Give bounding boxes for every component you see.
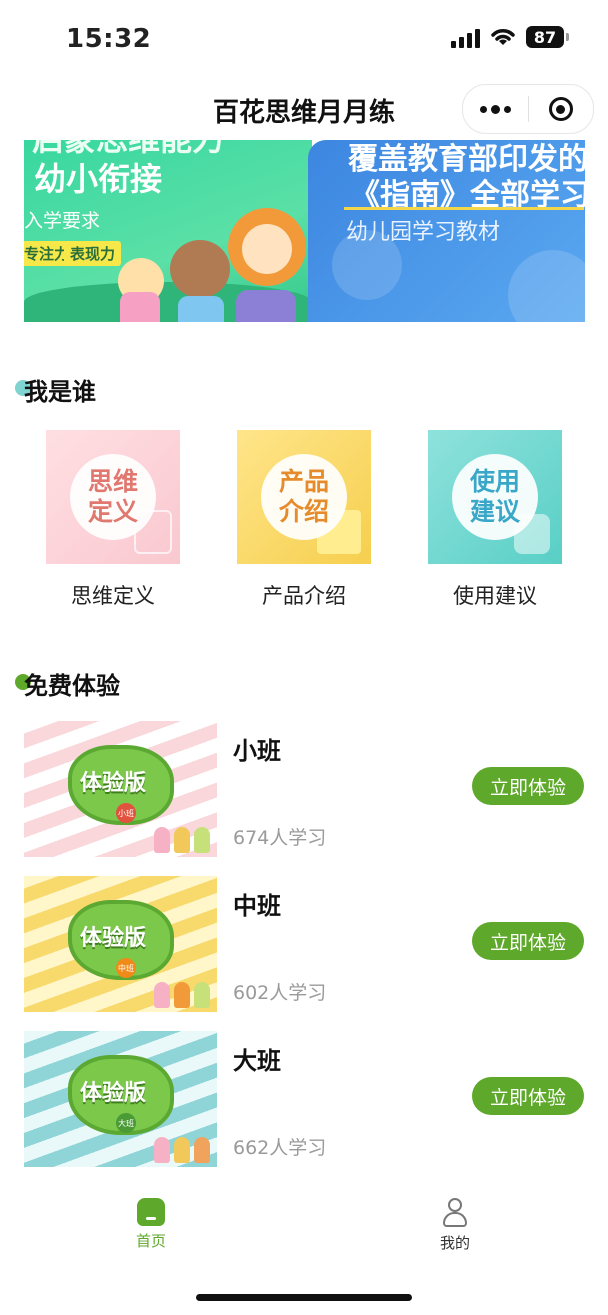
target-icon <box>548 97 573 121</box>
section-title-who: 我是谁 <box>24 378 96 406</box>
close-miniprogram-button[interactable] <box>529 85 594 133</box>
card-thumb-text: 使用 建议 <box>452 454 538 540</box>
banner-headline-top: 启蒙思维能力 <box>32 140 224 158</box>
character-bodies <box>120 290 302 322</box>
card-label: 思维定义 <box>71 584 155 608</box>
kids-illustration <box>154 976 212 1008</box>
more-dots-icon <box>479 104 511 114</box>
lion-face <box>242 224 292 274</box>
course-item-small-class[interactable]: 体验版 小班 小班 674人学习 立即体验 <box>24 721 584 857</box>
home-icon <box>137 1198 165 1226</box>
tab-mine[interactable]: 我的 <box>415 1198 495 1253</box>
banner-headline: 幼小衔接 <box>34 160 163 198</box>
course-cover: 体验版 小班 <box>24 721 217 857</box>
user-icon <box>441 1198 469 1228</box>
wifi-icon <box>491 29 515 45</box>
course-badge: 小班 <box>116 803 136 823</box>
banner-subtitle: 幼儿园学习教材 <box>346 220 501 245</box>
course-badge: 大班 <box>116 1113 136 1133</box>
status-bar: 15:32 87 <box>0 0 608 80</box>
home-indicator[interactable] <box>196 1294 412 1301</box>
card-label: 使用建议 <box>453 584 537 608</box>
kids-illustration <box>154 821 212 853</box>
banner-tag: 表现力 <box>64 241 122 266</box>
cover-text: 体验版 <box>80 1081 147 1106</box>
banner-carousel[interactable]: 启蒙思维能力 幼小衔接 入学要求 专注力 表现力 覆盖教育部印发的 《指南》全部… <box>24 140 585 322</box>
card-thumb-text: 思维 定义 <box>70 454 156 540</box>
banner-slide-kindergarten-transition[interactable]: 启蒙思维能力 幼小衔接 入学要求 专注力 表现力 <box>24 140 312 322</box>
card-thumbnail: 思维 定义 <box>46 430 180 564</box>
status-time: 15:32 <box>66 24 152 54</box>
course-learner-count: 602人学习 <box>233 982 327 1004</box>
banner-slide-curriculum[interactable]: 覆盖教育部印发的 《指南》全部学习 幼儿园学习教材 <box>308 140 585 322</box>
tab-label: 我的 <box>439 1234 470 1252</box>
course-name: 中班 <box>233 892 281 920</box>
tab-home[interactable]: 首页 <box>111 1198 191 1251</box>
course-learner-count: 674人学习 <box>233 827 327 849</box>
kids-illustration <box>154 1131 212 1163</box>
banner-underline <box>344 207 584 210</box>
try-now-button[interactable]: 立即体验 <box>472 922 584 960</box>
card-label: 产品介绍 <box>262 584 346 608</box>
course-name: 大班 <box>233 1047 281 1075</box>
course-badge: 中班 <box>116 958 136 978</box>
course-cover: 体验版 大班 <box>24 1031 217 1167</box>
banner-subtitle: 入学要求 <box>24 210 101 232</box>
cover-text: 体验版 <box>80 926 147 951</box>
nav-bar: 百花思维月月练 <box>0 80 608 136</box>
cover-text: 体验版 <box>80 771 147 796</box>
card-thumbnail: 使用 建议 <box>428 430 562 564</box>
cellular-signal-icon <box>451 26 480 48</box>
try-now-button[interactable]: 立即体验 <box>472 767 584 805</box>
tab-label: 首页 <box>135 1232 166 1250</box>
card-usage-advice[interactable]: 使用 建议 使用建议 <box>428 430 563 610</box>
card-thumb-text: 产品 介绍 <box>261 454 347 540</box>
course-learner-count: 662人学习 <box>233 1137 327 1159</box>
try-now-button[interactable]: 立即体验 <box>472 1077 584 1115</box>
course-item-middle-class[interactable]: 体验版 中班 中班 602人学习 立即体验 <box>24 876 584 1012</box>
more-button[interactable] <box>463 85 528 133</box>
card-thumbnail: 产品 介绍 <box>237 430 371 564</box>
section-title-free-trial: 免费体验 <box>24 672 120 700</box>
course-item-large-class[interactable]: 体验版 大班 大班 662人学习 立即体验 <box>24 1031 584 1167</box>
card-thinking-definition[interactable]: 思维 定义 思维定义 <box>46 430 181 610</box>
battery-indicator: 87 <box>526 26 569 48</box>
course-name: 小班 <box>233 737 281 765</box>
course-cover: 体验版 中班 <box>24 876 217 1012</box>
status-icons: 87 <box>451 26 569 48</box>
card-product-intro[interactable]: 产品 介绍 产品介绍 <box>237 430 372 610</box>
miniprogram-capsule <box>462 84 594 134</box>
